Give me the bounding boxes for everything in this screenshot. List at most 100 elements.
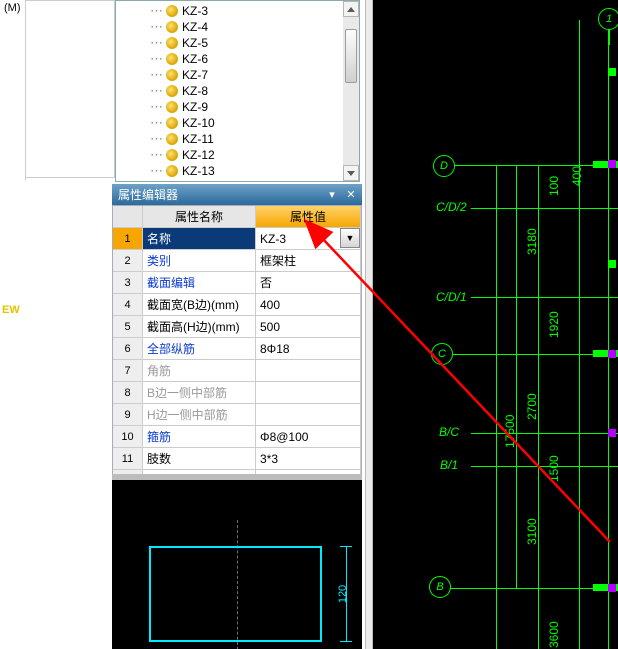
property-name-cell: 箍筋 (143, 426, 256, 447)
chevron-down-icon: ▼ (346, 233, 355, 243)
property-name-cell: 截面宽(B边)(mm) (143, 294, 256, 315)
scroll-thumb[interactable] (345, 29, 357, 83)
tree-item[interactable]: ⋯KZ-6 (116, 51, 359, 67)
tree-item-label: KZ-13 (182, 164, 215, 178)
property-row[interactable]: 1名称KZ-3▼ (113, 228, 361, 250)
bullet-icon (166, 101, 178, 113)
property-value-cell[interactable]: 否 (256, 272, 361, 293)
property-value-cell[interactable]: 8Φ18 (256, 338, 361, 359)
tree-item[interactable]: ⋯KZ-3 (116, 3, 359, 19)
scroll-down-button[interactable] (343, 165, 359, 181)
tree-item-label: KZ-3 (182, 4, 208, 18)
property-editor-panel: 属性编辑器 ▾ ✕ 属性名称 属性值 1名称KZ-3▼2类别框架柱3截面编辑否4… (112, 184, 362, 515)
tree-scrollbar[interactable] (343, 1, 359, 181)
close-button[interactable]: ✕ (343, 186, 359, 202)
dimension-text: 17500 (503, 415, 517, 448)
dimension-text: 100 (547, 176, 561, 196)
preview-rect (149, 546, 322, 642)
sub-axis-label: C/D/2 (436, 200, 467, 214)
sub-axis-label: B/C (439, 425, 459, 439)
property-row[interactable]: 7角筋 (113, 360, 361, 382)
property-row[interactable]: 8B边一侧中部筋 (113, 382, 361, 404)
bullet-icon (166, 117, 178, 129)
property-value-cell[interactable]: 框架柱 (256, 250, 361, 271)
row-number: 11 (113, 448, 143, 469)
property-value-cell[interactable] (256, 382, 361, 403)
bullet-icon (166, 165, 178, 177)
bullet-icon (166, 5, 178, 17)
tree-item[interactable]: ⋯KZ-5 (116, 35, 359, 51)
property-value-cell[interactable]: 400 (256, 294, 361, 315)
dimension-text: 400 (570, 166, 584, 186)
property-value-cell[interactable] (256, 360, 361, 381)
bullet-icon (166, 37, 178, 49)
property-value-cell[interactable] (256, 404, 361, 425)
property-row[interactable]: 9H边一侧中部筋 (113, 404, 361, 426)
property-row[interactable]: 5截面高(H边)(mm)500 (113, 316, 361, 338)
property-name-cell: 角筋 (143, 360, 256, 381)
dimension-text: 2700 (525, 393, 539, 420)
tree-item[interactable]: ⋯KZ-8 (116, 83, 359, 99)
row-number: 6 (113, 338, 143, 359)
property-value-cell[interactable]: Φ8@100 (256, 426, 361, 447)
tree-item[interactable]: ⋯KZ-9 (116, 99, 359, 115)
row-number: 4 (113, 294, 143, 315)
property-row[interactable]: 6全部纵筋8Φ18 (113, 338, 361, 360)
tree-item-label: KZ-6 (182, 52, 208, 66)
tree-item-label: KZ-8 (182, 84, 208, 98)
property-name-cell: 名称 (143, 228, 256, 249)
property-name-cell: 截面高(H边)(mm) (143, 316, 256, 337)
tree-item[interactable]: ⋯KZ-12 (116, 147, 359, 163)
component-tree: ⋯KZ-3⋯KZ-4⋯KZ-5⋯KZ-6⋯KZ-7⋯KZ-8⋯KZ-9⋯KZ-1… (115, 0, 360, 182)
row-number: 5 (113, 316, 143, 337)
bullet-icon (166, 69, 178, 81)
property-value-cell[interactable]: 500 (256, 316, 361, 337)
bullet-icon (166, 149, 178, 161)
tree-item[interactable]: ⋯KZ-4 (116, 19, 359, 35)
row-number: 2 (113, 250, 143, 271)
axis-marker-1: 1 (598, 8, 618, 30)
property-row[interactable]: 4截面宽(B边)(mm)400 (113, 294, 361, 316)
pin-icon: ▾ (329, 188, 335, 201)
dimension-text: 3100 (525, 518, 539, 545)
bullet-icon (166, 85, 178, 97)
header-rownum[interactable] (113, 206, 143, 227)
property-row[interactable]: 11肢数3*3 (113, 448, 361, 470)
property-row[interactable]: 10箍筋Φ8@100 (113, 426, 361, 448)
property-name-cell: 肢数 (143, 448, 256, 469)
property-editor-titlebar[interactable]: 属性编辑器 ▾ ✕ (112, 184, 362, 205)
tree-item-label: KZ-10 (182, 116, 215, 130)
property-editor-title: 属性编辑器 (118, 186, 178, 203)
tree-item[interactable]: ⋯KZ-10 (116, 115, 359, 131)
cad-viewport[interactable]: 1 DCB C/D/2C/D/1B/CB/1 31801920270015003… (373, 0, 618, 649)
dimension-text: 1920 (547, 311, 561, 338)
bullet-icon (166, 53, 178, 65)
scroll-up-button[interactable] (343, 1, 359, 17)
ew-label: EW (2, 304, 20, 316)
preview-dim-h: 120 (346, 546, 347, 642)
property-row[interactable]: 2类别框架柱 (113, 250, 361, 272)
row-number: 3 (113, 272, 143, 293)
tree-item[interactable]: ⋯KZ-11 (116, 131, 359, 147)
left-tag-label: (M) (4, 2, 21, 14)
pin-button[interactable]: ▾ (324, 186, 340, 202)
dropdown-button[interactable]: ▼ (340, 228, 360, 248)
property-name-cell: 截面编辑 (143, 272, 256, 293)
row-number: 9 (113, 404, 143, 425)
sub-axis-label: B/1 (440, 458, 458, 472)
vertical-splitter[interactable] (365, 0, 373, 649)
header-property-value[interactable]: 属性值 (256, 206, 361, 227)
property-value-cell[interactable]: 3*3 (256, 448, 361, 469)
sub-axis-label: C/D/1 (436, 290, 467, 304)
property-value-cell[interactable]: KZ-3▼ (256, 228, 361, 249)
tree-item-label: KZ-7 (182, 68, 208, 82)
tree-item-label: KZ-9 (182, 100, 208, 114)
tree-item[interactable]: ⋯KZ-13 (116, 163, 359, 179)
property-row[interactable]: 3截面编辑否 (113, 272, 361, 294)
section-preview: 120 (112, 474, 362, 649)
tree-item[interactable]: ⋯KZ-7 (116, 67, 359, 83)
dimension-text: 3600 (547, 621, 561, 648)
bullet-icon (166, 21, 178, 33)
header-property-name[interactable]: 属性名称 (143, 206, 256, 227)
row-number: 7 (113, 360, 143, 381)
